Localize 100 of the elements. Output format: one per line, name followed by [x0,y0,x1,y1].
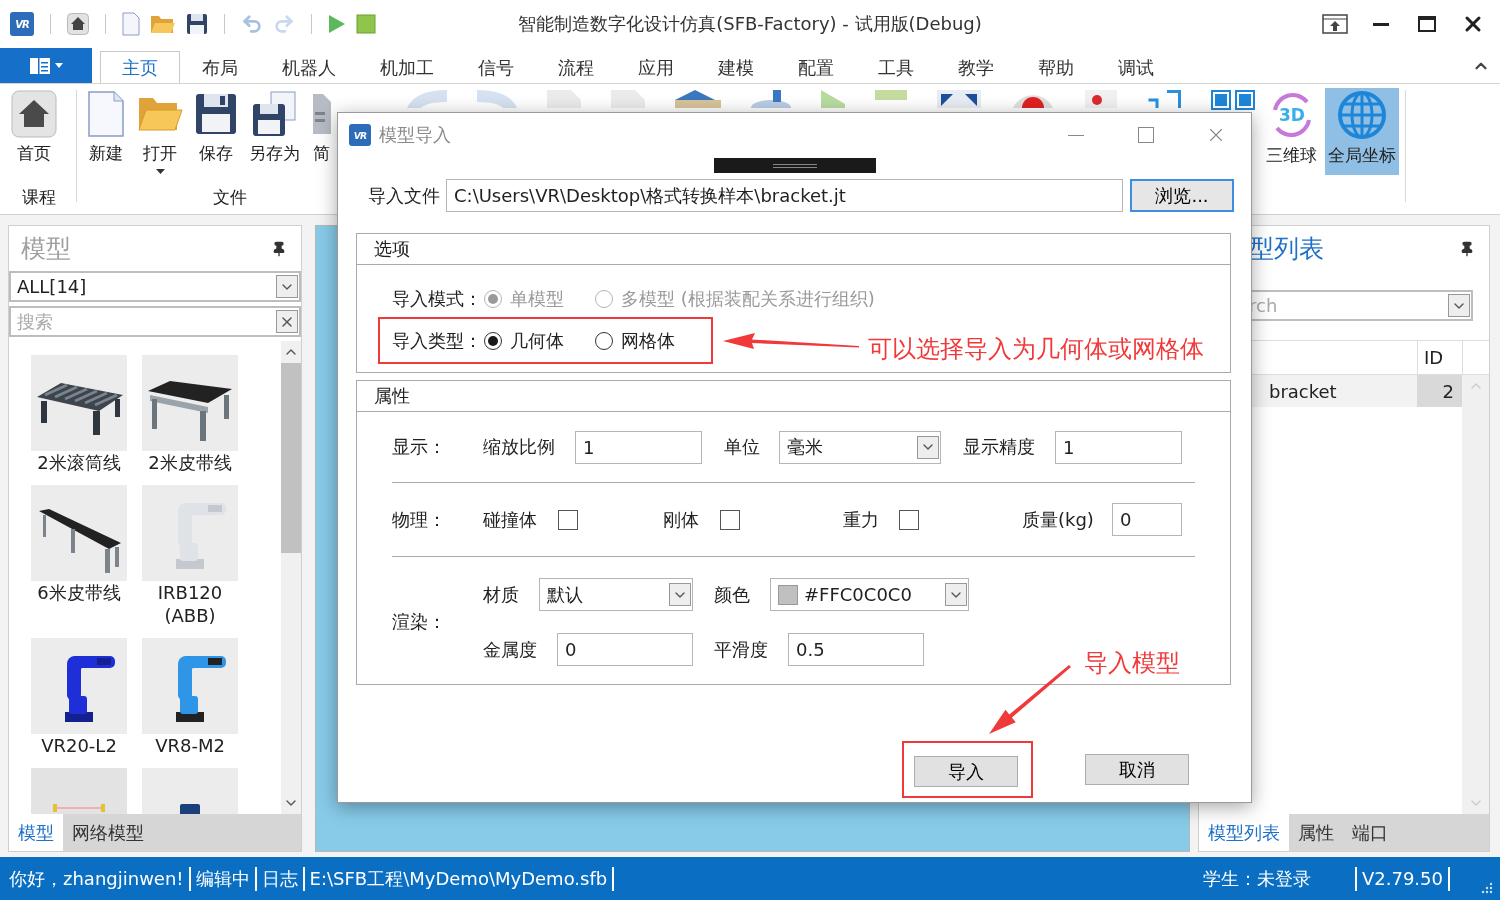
annotation-text: 可以选择导入为几何体或网格体 [868,334,1204,365]
box-icon [675,90,721,108]
scale-field[interactable]: 1 [575,430,702,464]
ribbon-button[interactable]: 首页 [8,88,60,173]
app-logo: VR [10,12,34,36]
model-label: 2米滚筒线 [36,451,122,474]
minimize-icon[interactable] [1373,22,1389,26]
field-label: 材质 [483,582,520,607]
book-icon[interactable] [29,56,51,75]
radio-label: 几何体 [510,328,564,353]
resize-grip-icon [1480,880,1494,895]
unit-dropdown[interactable]: 毫米 [779,430,941,464]
caret-icon [155,169,165,174]
pin-icon[interactable] [271,240,287,257]
filter-dropdown[interactable]: ALL[14] [9,271,301,302]
metalness-field[interactable]: 0 [557,633,693,666]
maximize-icon[interactable] [1418,16,1436,32]
field-label: 物理： [392,507,447,532]
radio-button[interactable] [484,331,502,350]
file-path-field[interactable]: C:\Users\VR\Desktop\格式转换样本\bracket.jt [446,179,1123,212]
status-text: E:\SFB工程\MyDemo\MyDemo.sfb [304,866,615,891]
arrow-icon [407,90,447,108]
radio-button[interactable] [595,331,613,350]
ribbon-button[interactable]: 另存为 [246,88,303,182]
measure-icon [1147,90,1181,108]
radio-label: 网格体 [621,328,675,353]
browse-button[interactable]: 浏览... [1130,179,1234,212]
ribbon-button[interactable]: 保存 [191,88,241,182]
status-text: 你好，zhangjinwen! [4,866,191,891]
group-title: 选项 [357,234,1230,265]
field-label: 导入文件 [368,183,440,208]
square-icon [875,90,907,100]
model-label: IRB120 (ABB) [156,581,224,627]
grip-bar[interactable] [713,158,876,173]
field-label: 颜色 [714,582,751,607]
ribbon-button[interactable]: 简 [308,88,334,182]
dialog-title: 模型导入 [379,123,451,147]
field-label: 平滑度 [714,637,769,662]
status-text: 日志 [256,866,305,891]
cancel-button[interactable]: 取消 [1085,754,1189,785]
model-label: VR20-L2 [40,734,118,757]
scroll-thumb[interactable] [281,363,301,553]
panel-tab[interactable]: 模型列表 [1199,814,1289,851]
field-label: 质量(kg) [1022,507,1095,532]
floppy-icon[interactable] [186,13,208,35]
checkbox-label: 重力 [843,507,880,532]
field-label: 导入类型： [392,328,483,353]
field-label: 显示： [392,435,447,459]
color-dropdown[interactable]: #FFC0C0C0 [770,578,969,611]
caret-icon[interactable] [55,63,63,68]
home-icon[interactable] [67,13,89,35]
status-text: 学生：未登录 [1197,866,1357,891]
field-label: 渲染： [392,610,447,634]
globe-icon [1337,90,1387,140]
document-icon [611,90,645,108]
panel-tab[interactable]: 属性 [1289,814,1343,851]
smoothness-field[interactable]: 0.5 [788,633,924,666]
checkbox[interactable] [720,509,740,530]
app-menu-button[interactable] [0,48,92,83]
column-header: ID [1417,341,1462,374]
field-label: 单位 [724,435,761,459]
ribbon-button[interactable]: 打开 [134,88,186,182]
document-icon [86,90,126,138]
save-as-icon [250,90,299,138]
checkbox-label: 刚体 [663,507,700,532]
checkbox[interactable] [899,509,919,530]
annotation-text: 导入模型 [1084,648,1180,679]
import-button[interactable]: 导入 [914,756,1018,787]
document-icon [547,90,581,108]
ribbon-button[interactable]: 新建 [83,88,129,182]
panel-tab[interactable]: 网络模型 [63,814,153,851]
ribbon-button[interactable]: 全局坐标 [1325,88,1399,175]
ribbon-tab[interactable]: 主页 [100,51,180,83]
model-label: VR8-M2 [154,734,226,757]
checkbox[interactable] [558,509,578,530]
panel-tab[interactable]: 模型 [9,814,63,851]
panel-tab[interactable]: 端口 [1343,814,1397,851]
status-text: V2.79.50 [1356,866,1450,891]
material-dropdown[interactable]: 默认 [539,578,693,611]
arrow-icon [477,90,517,108]
group-label: 课程 [21,186,57,209]
window-icon [1211,90,1255,110]
triangle-icon [821,90,845,108]
model-label: 2米皮带线 [147,451,233,474]
status-text: 编辑中 [190,866,257,891]
field-label: 金属度 [483,637,538,662]
model-label: 6米皮带线 [36,581,122,604]
pdf-icon [1085,90,1117,108]
field-label: 缩放比例 [483,435,556,459]
expand-icon [937,90,981,108]
mass-field[interactable]: 0 [1112,503,1182,536]
panel-title: 模型 [21,233,71,265]
checkbox-label: 碰撞体 [483,507,538,532]
radio-label: 单模型 [510,287,564,311]
dialog-logo: VR [349,124,371,146]
group-label: 文件 [212,186,248,209]
ribbon-button[interactable]: 3D 三维球 [1263,88,1320,175]
pin-icon[interactable] [1459,240,1475,257]
precision-field[interactable]: 1 [1055,430,1182,464]
field-label: 导入模式： [392,287,483,311]
